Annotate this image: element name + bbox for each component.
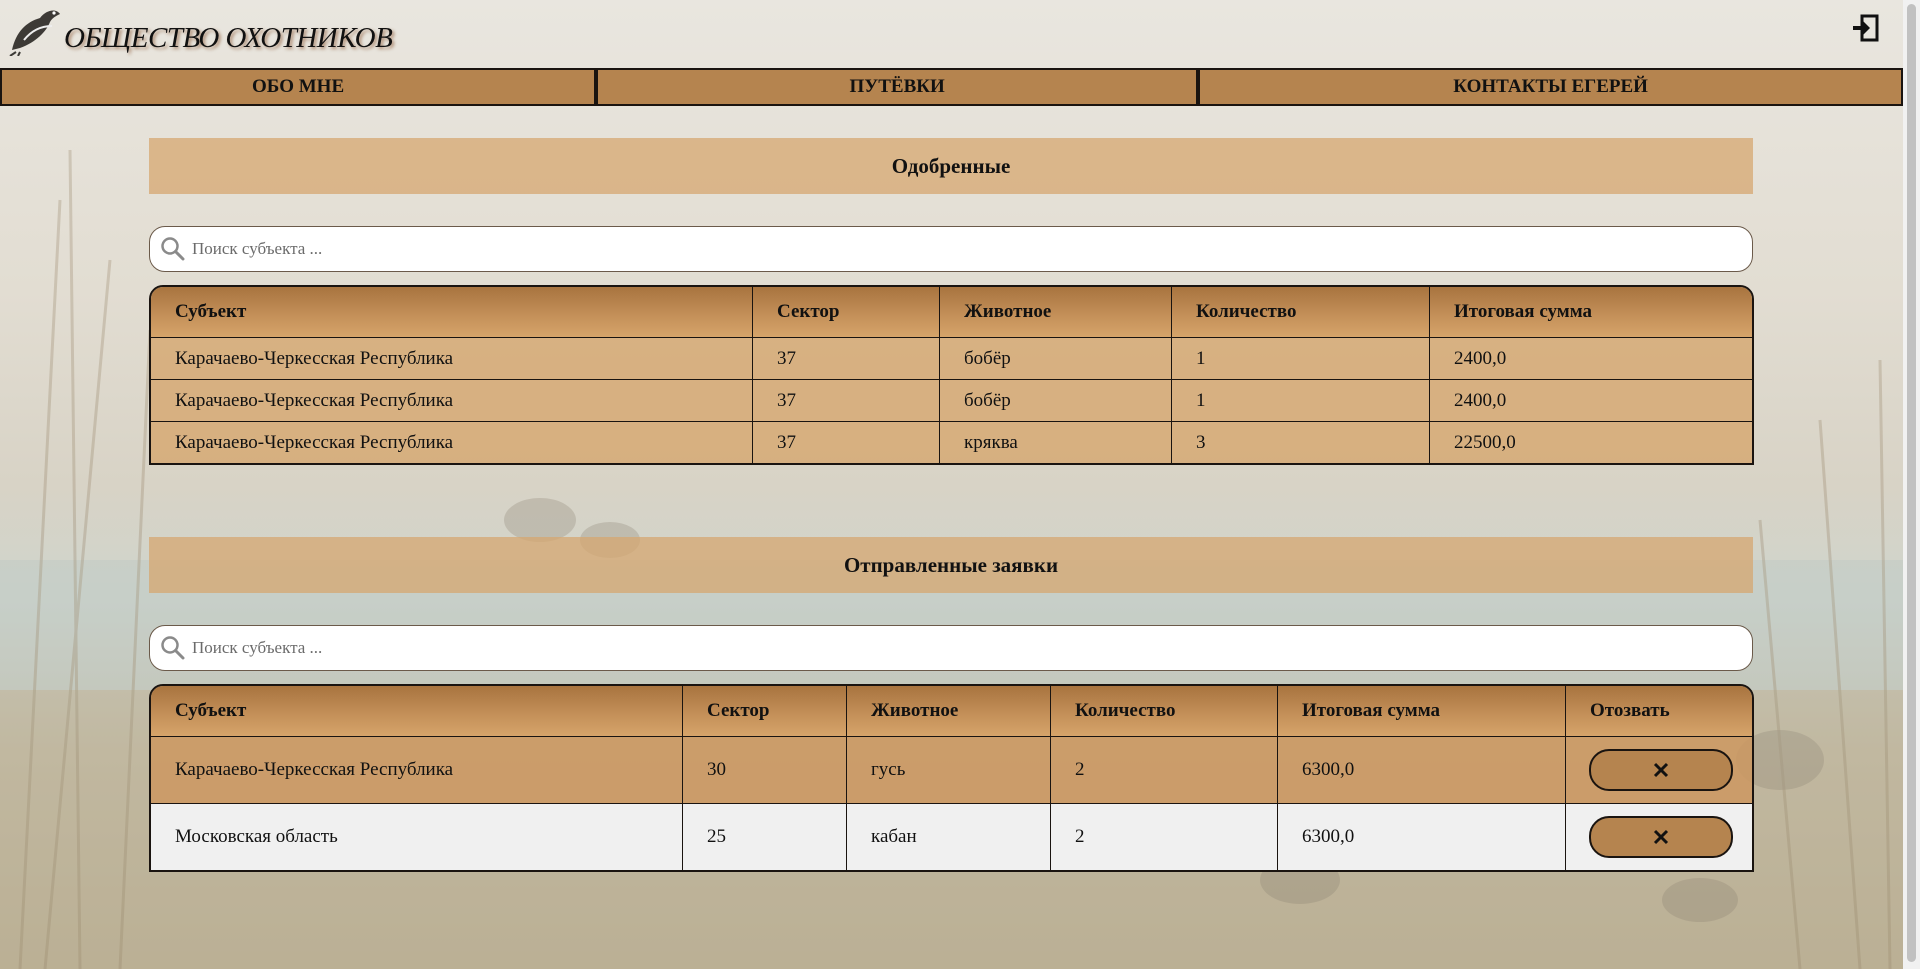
close-icon — [1653, 829, 1669, 845]
approved-section-title: Одобренные — [149, 138, 1753, 194]
cell-revoke — [1566, 737, 1752, 804]
cell-sector: 30 — [683, 737, 847, 804]
col-total[interactable]: Итоговая сумма — [1278, 686, 1566, 737]
col-subject[interactable]: Субъект — [151, 686, 683, 737]
sent-requests-table: Субъект Сектор Животное Количество Итого… — [149, 684, 1754, 872]
cell-revoke — [1566, 804, 1752, 870]
duck-logo-icon — [9, 10, 60, 56]
cell-sector: 25 — [683, 804, 847, 870]
cell-quantity: 1 — [1172, 380, 1430, 422]
cell-quantity: 1 — [1172, 338, 1430, 380]
cell-subject: Карачаево-Черкесская Республика — [151, 737, 683, 804]
nav-vouchers[interactable]: ПУТЁВКИ — [596, 68, 1199, 106]
col-sector[interactable]: Сектор — [683, 686, 847, 737]
main-nav: ОБО МНЕ ПУТЁВКИ КОНТАКТЫ ЕГЕРЕЙ — [0, 68, 1904, 106]
revoke-button[interactable] — [1589, 816, 1733, 858]
cell-sector: 37 — [753, 338, 940, 380]
site-title: ОБЩЕСТВО ОХОТНИКОВ — [64, 22, 393, 54]
search-icon — [161, 237, 185, 261]
cell-quantity: 2 — [1051, 737, 1278, 804]
col-total[interactable]: Итоговая сумма — [1430, 287, 1752, 338]
cell-quantity: 3 — [1172, 422, 1430, 463]
sent-search-input[interactable] — [190, 637, 1694, 659]
col-animal[interactable]: Животное — [940, 287, 1172, 338]
close-icon — [1653, 762, 1669, 778]
table-header-row: Субъект Сектор Животное Количество Итого… — [151, 287, 1752, 338]
cell-sector: 37 — [753, 422, 940, 463]
col-revoke: Отозвать — [1566, 686, 1752, 737]
cell-animal: бобёр — [940, 338, 1172, 380]
col-quantity[interactable]: Количество — [1051, 686, 1278, 737]
revoke-button[interactable] — [1589, 749, 1733, 791]
cell-animal: кабан — [847, 804, 1051, 870]
table-row[interactable]: Карачаево-Черкесская Республика 37 бобёр… — [151, 338, 1752, 380]
cell-total: 22500,0 — [1430, 422, 1752, 463]
table-row[interactable]: Карачаево-Черкесская Республика 30 гусь … — [151, 737, 1752, 804]
cell-total: 6300,0 — [1278, 804, 1566, 870]
col-quantity[interactable]: Количество — [1172, 287, 1430, 338]
cell-sector: 37 — [753, 380, 940, 422]
approved-table: Субъект Сектор Животное Количество Итого… — [149, 285, 1754, 465]
cell-animal: гусь — [847, 737, 1051, 804]
cell-subject: Московская область — [151, 804, 683, 870]
vertical-scrollbar[interactable] — [1903, 0, 1920, 969]
nav-about-me[interactable]: ОБО МНЕ — [0, 68, 597, 106]
cell-total: 2400,0 — [1430, 338, 1752, 380]
table-header-row: Субъект Сектор Животное Количество Итого… — [151, 686, 1752, 737]
table-row[interactable]: Московская область 25 кабан 2 6300,0 — [151, 804, 1752, 870]
cell-quantity: 2 — [1051, 804, 1278, 870]
cell-subject: Карачаево-Черкесская Республика — [151, 338, 753, 380]
col-sector[interactable]: Сектор — [753, 287, 940, 338]
nav-ranger-contacts[interactable]: КОНТАКТЫ ЕГЕРЕЙ — [1198, 68, 1904, 106]
cell-total: 6300,0 — [1278, 737, 1566, 804]
cell-total: 2400,0 — [1430, 380, 1752, 422]
approved-search-input[interactable] — [190, 238, 1694, 260]
col-subject[interactable]: Субъект — [151, 287, 753, 338]
table-row[interactable]: Карачаево-Черкесская Республика 37 бобёр… — [151, 380, 1752, 422]
cell-animal: бобёр — [940, 380, 1172, 422]
logout-icon[interactable] — [1851, 14, 1879, 42]
cell-animal: кряква — [940, 422, 1172, 463]
approved-search-field[interactable] — [149, 226, 1753, 272]
search-icon — [161, 636, 185, 660]
sent-search-field[interactable] — [149, 625, 1753, 671]
header: ОБЩЕСТВО ОХОТНИКОВ — [0, 0, 1920, 67]
scrollbar-thumb[interactable] — [1907, 4, 1916, 962]
cell-subject: Карачаево-Черкесская Республика — [151, 380, 753, 422]
col-animal[interactable]: Животное — [847, 686, 1051, 737]
sent-section-title: Отправленные заявки — [149, 537, 1753, 593]
table-row[interactable]: Карачаево-Черкесская Республика 37 крякв… — [151, 422, 1752, 463]
cell-subject: Карачаево-Черкесская Республика — [151, 422, 753, 463]
